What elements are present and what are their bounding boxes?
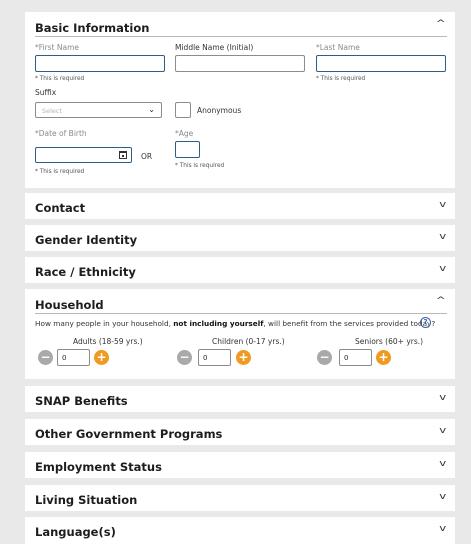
middle-name-label: Middle Name (Initial) — [175, 43, 254, 52]
dob-required-hint: * This is required — [35, 169, 85, 175]
section-employment-status[interactable]: Employment Status v — [25, 452, 455, 478]
chevron-up-icon[interactable]: ^ — [436, 296, 446, 306]
basic-information-header[interactable]: Basic Information — [35, 21, 149, 35]
household-question-bold: not including yourself — [173, 319, 264, 328]
section-other-government-programs[interactable]: Other Government Programs v — [25, 419, 455, 445]
children-stepper[interactable]: 0 — [198, 349, 231, 366]
first-name-label: *First Name — [35, 43, 80, 52]
first-name-required-hint: * This is required — [35, 76, 85, 82]
children-minus-button[interactable]: − — [177, 350, 192, 365]
age-required-hint: * This is required — [175, 163, 225, 169]
section-divider — [35, 36, 447, 37]
seniors-minus-button[interactable]: − — [317, 350, 332, 365]
section-contact-title: Contact — [35, 201, 86, 215]
chevron-down-icon[interactable]: v — [439, 492, 446, 502]
seniors-plus-button[interactable]: + — [376, 350, 391, 365]
adults-label: Adults (18-59 yrs.) — [73, 337, 143, 346]
suffix-label: Suffix — [35, 88, 57, 97]
first-name-field[interactable] — [35, 55, 165, 72]
help-icon[interactable]: ? — [420, 317, 431, 328]
section-race-ethnicity-title: Race / Ethnicity — [35, 265, 136, 279]
household-header[interactable]: Household — [35, 298, 104, 312]
section-snap-benefits[interactable]: SNAP Benefits v — [25, 386, 455, 412]
children-label: Children (0-17 yrs.) — [212, 337, 285, 346]
suffix-placeholder: Select — [42, 107, 63, 115]
section-gender-identity-title: Gender Identity — [35, 233, 138, 247]
section-living-situation-title: Living Situation — [35, 493, 138, 507]
age-field[interactable] — [175, 141, 200, 158]
section-languages[interactable]: Language(s) v — [25, 517, 455, 544]
adults-minus-button[interactable]: − — [38, 350, 53, 365]
chevron-down-icon[interactable]: v — [439, 459, 446, 469]
household-question: How many people in your household, not i… — [35, 319, 435, 328]
children-plus-button[interactable]: + — [236, 350, 251, 365]
suffix-select[interactable]: Select ⌄ — [35, 102, 162, 118]
or-label: OR — [141, 152, 153, 161]
chevron-down-icon[interactable]: v — [439, 232, 446, 242]
household-question-pre: How many people in your household, — [35, 319, 174, 328]
last-name-field[interactable] — [316, 55, 446, 72]
chevron-down-icon[interactable]: v — [439, 200, 446, 210]
seniors-label: Seniors (60+ yrs.) — [355, 337, 424, 346]
household-panel: Household ^ How many people in your hous… — [25, 289, 455, 379]
section-race-ethnicity[interactable]: Race / Ethnicity v — [25, 257, 455, 283]
section-snap-benefits-title: SNAP Benefits — [35, 394, 128, 408]
chevron-down-icon[interactable]: v — [439, 264, 446, 274]
last-name-label: *Last Name — [316, 43, 360, 52]
age-label: *Age — [175, 129, 194, 138]
middle-name-field[interactable] — [175, 55, 305, 72]
chevron-up-icon[interactable]: ^ — [436, 19, 446, 29]
basic-information-panel: Basic Information ^ *First Name Middle N… — [25, 12, 455, 188]
household-question-post: , will benefit from the services provide… — [263, 319, 436, 328]
section-languages-title: Language(s) — [35, 525, 116, 539]
adults-plus-button[interactable]: + — [94, 350, 109, 365]
section-contact[interactable]: Contact v — [25, 193, 455, 219]
section-other-government-programs-title: Other Government Programs — [35, 427, 223, 441]
chevron-down-icon[interactable]: v — [439, 426, 446, 436]
section-employment-status-title: Employment Status — [35, 460, 162, 474]
anonymous-label: Anonymous — [197, 106, 242, 115]
calendar-icon[interactable] — [119, 151, 127, 159]
chevron-down-icon[interactable]: v — [439, 393, 446, 403]
seniors-stepper[interactable]: 0 — [339, 349, 372, 366]
section-divider — [35, 313, 447, 314]
dob-label: *Date of Birth — [35, 129, 87, 138]
chevron-down-icon: ⌄ — [148, 105, 155, 114]
anonymous-checkbox[interactable] — [175, 102, 191, 118]
section-living-situation[interactable]: Living Situation v — [25, 485, 455, 511]
dob-field[interactable] — [35, 147, 132, 163]
last-name-required-hint: * This is required — [316, 76, 366, 82]
section-gender-identity[interactable]: Gender Identity v — [25, 225, 455, 251]
chevron-down-icon[interactable]: v — [439, 524, 446, 534]
adults-stepper[interactable]: 0 — [57, 349, 90, 366]
